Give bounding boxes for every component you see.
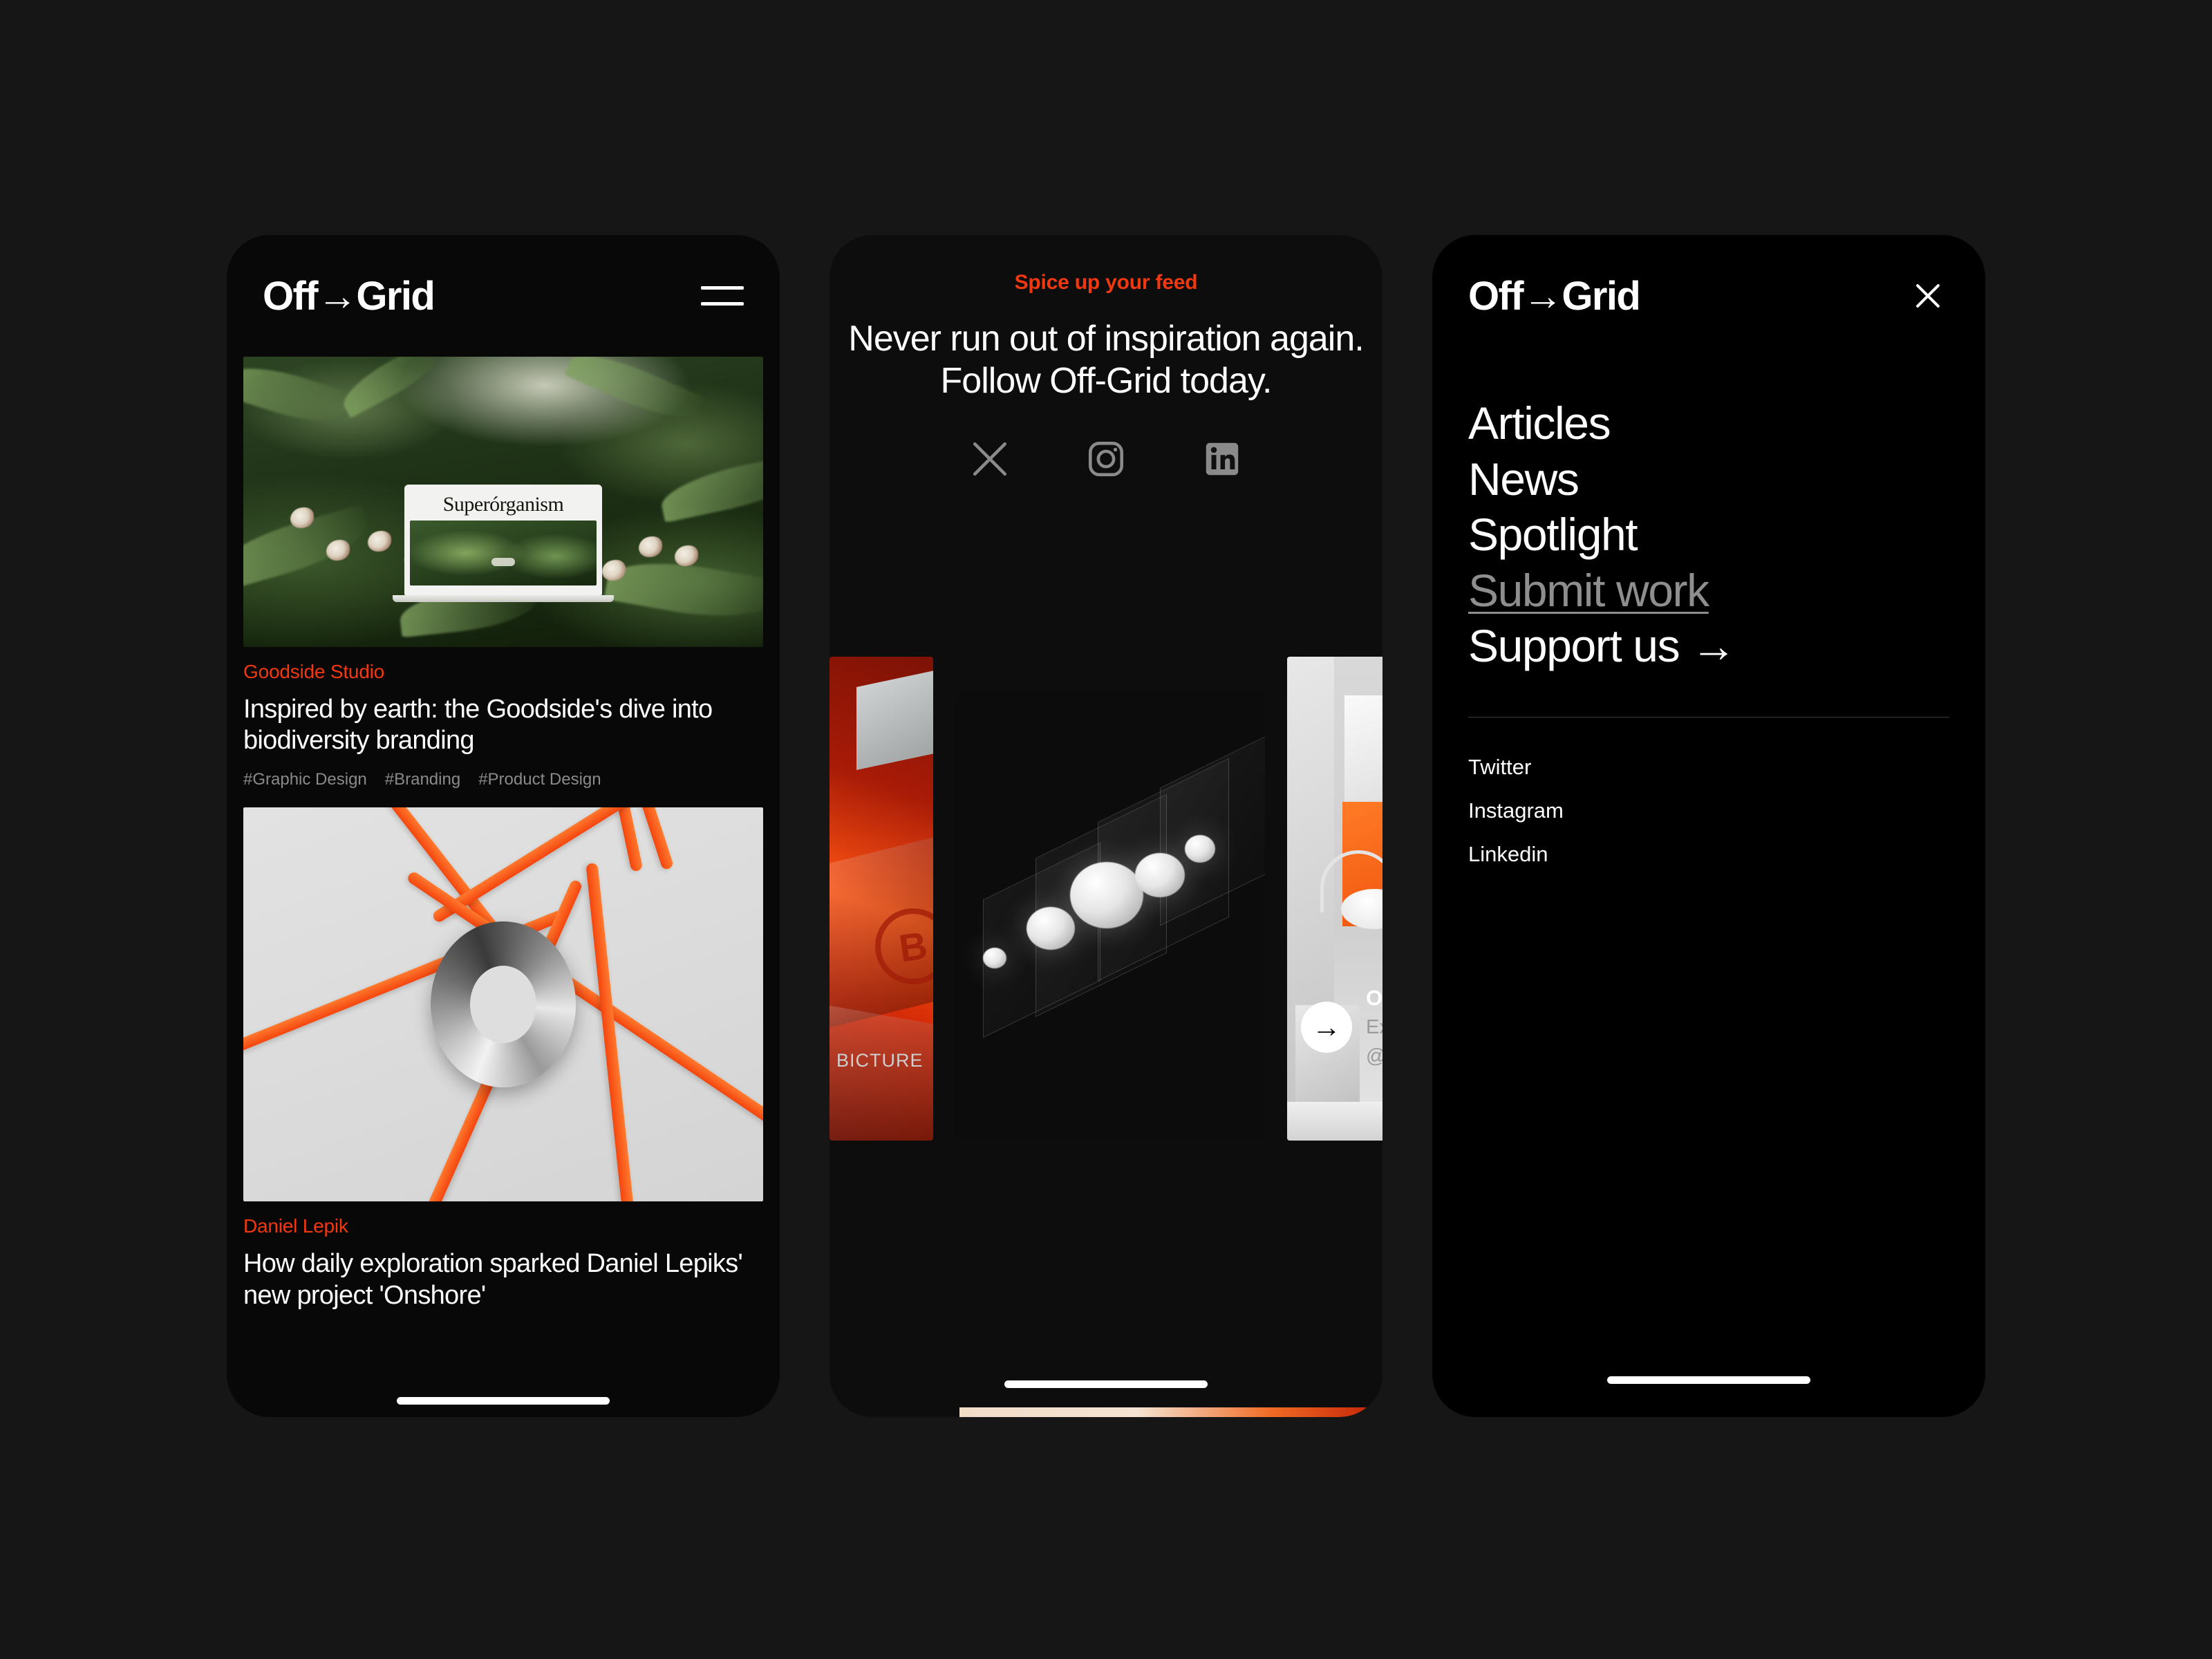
article-title[interactable]: How daily exploration sparked Daniel Lep…: [243, 1248, 763, 1311]
rods-ring-artwork: [243, 807, 763, 1202]
hamburger-icon[interactable]: [701, 280, 744, 312]
promo-screen: Spice up your feed Never run out of insp…: [830, 235, 1382, 1417]
article-image-onshore: [243, 807, 763, 1202]
story-account-name: Off-: [1366, 985, 1382, 1010]
article-image-superorganism: Superórganism: [243, 357, 763, 647]
hamburger-bar: [701, 286, 744, 290]
hamburger-bar: [701, 302, 744, 306]
promo-heading: Never run out of inspiration again. Foll…: [848, 319, 1364, 402]
story-card-right[interactable]: → Off- Exp @p: [1287, 657, 1382, 1141]
laptop-screen-title: Superórganism: [442, 492, 564, 516]
article-author[interactable]: Daniel Lepik: [243, 1215, 763, 1237]
tag[interactable]: #Graphic Design: [243, 770, 367, 789]
home-indicator: [397, 1397, 610, 1405]
article-card[interactable]: Superórganism Goodside Studio Inspired b…: [243, 357, 763, 789]
article-author[interactable]: Goodside Studio: [243, 661, 763, 683]
tag[interactable]: #Product Design: [478, 770, 601, 789]
jungle-artwork: Superórganism: [243, 357, 763, 647]
menu-item-spotlight[interactable]: Spotlight: [1468, 507, 1949, 563]
story-card-center[interactable]: → Off-Grid No limit by @itiscodes: [955, 691, 1265, 1141]
stories-carousel[interactable]: B BICTURE → O E: [830, 657, 1382, 1272]
screenshot-canvas: Off→Grid Superórganism Goodside Studio I…: [0, 0, 2212, 1659]
menu-screen: Off→Grid Articles News Spotlight Submit …: [1432, 235, 1985, 1417]
brand-logo[interactable]: Off→Grid: [263, 273, 435, 319]
tag[interactable]: #Branding: [385, 770, 460, 789]
menu-item-support-us[interactable]: Support us →: [1468, 618, 1949, 674]
linkedin-icon[interactable]: [1202, 439, 1242, 482]
article-tags: #Graphic Design #Branding #Product Desig…: [243, 770, 763, 789]
x-twitter-icon[interactable]: [970, 439, 1010, 482]
arrow-right-icon[interactable]: →: [1301, 1001, 1352, 1053]
story-subtitle-line2: @p: [1366, 1044, 1382, 1069]
promo-kicker: Spice up your feed: [1014, 271, 1198, 294]
phone-feed: Off→Grid Superórganism Goodside Studio I…: [227, 235, 780, 1417]
story-progress-bar[interactable]: [959, 1407, 1382, 1417]
menu-item-articles[interactable]: Articles: [1468, 395, 1949, 451]
menu-item-news[interactable]: News: [1468, 451, 1949, 507]
article-feed[interactable]: Superórganism Goodside Studio Inspired b…: [227, 357, 780, 1417]
phone-promo: Spice up your feed Never run out of insp…: [830, 235, 1382, 1417]
menu-footer-links: Twitter Instagram Linkedin: [1468, 756, 1949, 865]
feed-screen: Off→Grid Superórganism Goodside Studio I…: [227, 235, 780, 1417]
footer-link-instagram[interactable]: Instagram: [1468, 800, 1949, 821]
story-subtitle-line1: Exp: [1366, 1015, 1382, 1038]
laptop-mockup: Superórganism: [393, 484, 614, 602]
footer-link-twitter[interactable]: Twitter: [1468, 756, 1949, 778]
promo-block: Spice up your feed Never run out of insp…: [830, 271, 1382, 482]
phone-menu: Off→Grid Articles News Spotlight Submit …: [1432, 235, 1985, 1417]
menu-header: Off→Grid: [1432, 235, 1985, 357]
brand-logo[interactable]: Off→Grid: [1468, 273, 1641, 319]
main-menu: Articles News Spotlight Submit work Supp…: [1432, 371, 1985, 1417]
menu-items: Articles News Spotlight Submit work Supp…: [1468, 395, 1949, 674]
story-card-left[interactable]: B BICTURE: [830, 657, 933, 1141]
menu-divider: [1468, 716, 1949, 718]
article-title[interactable]: Inspired by earth: the Goodside's dive i…: [243, 694, 763, 756]
home-indicator: [1607, 1376, 1810, 1384]
menu-item-submit-work[interactable]: Submit work: [1468, 563, 1949, 619]
article-card[interactable]: Daniel Lepik How daily exploration spark…: [243, 807, 763, 1311]
dark-3d-artwork: [955, 691, 1265, 1141]
footer-link-linkedin[interactable]: Linkedin: [1468, 843, 1949, 865]
instagram-icon[interactable]: [1086, 439, 1126, 482]
story-caption-right: → Off- Exp @p: [1301, 986, 1382, 1069]
story-overlay-text: BICTURE: [836, 1050, 924, 1071]
feed-header: Off→Grid: [227, 235, 780, 357]
home-indicator: [1004, 1380, 1208, 1388]
chrome-ring: [431, 921, 576, 1088]
social-icons-row: [830, 439, 1382, 482]
close-icon[interactable]: [1906, 274, 1949, 317]
